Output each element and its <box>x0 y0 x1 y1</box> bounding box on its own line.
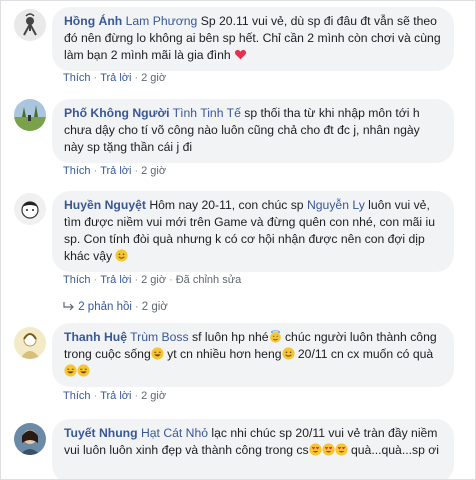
grinning-face-icon <box>151 347 164 360</box>
comment-time[interactable]: 2 giờ <box>141 165 166 177</box>
laughing-face-icon <box>77 364 90 377</box>
comment-time[interactable]: 2 giờ <box>141 390 166 402</box>
like-button[interactable]: Thích <box>63 72 91 84</box>
comment-bubble: Hồng Ánh Lam Phương Sp 20.11 vui vẻ, dù … <box>52 7 454 71</box>
comment-text: Hôm nay 20-11, con chúc sp <box>145 198 307 212</box>
comment-time[interactable]: 2 giờ <box>141 274 166 286</box>
comment-author[interactable]: Tuyết Nhung <box>64 426 138 440</box>
reply-button[interactable]: Trả lời <box>100 274 131 286</box>
like-button[interactable]: Thích <box>63 390 91 402</box>
comment-actions: Thích · Trả lời · 2 giờ <box>63 390 167 402</box>
comment-bubble: Tuyết Nhung Hạt Cát Nhỏ lạc nhi chúc sp … <box>52 419 454 479</box>
comment-actions: Thích · Trả lời · 2 giờ <box>63 72 167 84</box>
replies-count[interactable]: 2 phản hồi <box>78 301 132 313</box>
tagged-user[interactable]: Trùm Boss <box>130 330 188 344</box>
avatar[interactable] <box>14 327 46 359</box>
smiling-face-icon <box>282 347 295 360</box>
comment-actions: Thích · Trả lời · 2 giờ <box>63 165 167 177</box>
reply-button[interactable]: Trả lời <box>100 390 131 402</box>
tagged-user[interactable]: Tình Tinh Tế <box>173 106 241 120</box>
avatar[interactable] <box>14 423 46 455</box>
comment-text: 20/11 cn cx muốn có quà <box>294 347 434 361</box>
red-heart-icon <box>234 48 247 61</box>
replies-time: 2 giờ <box>141 301 168 313</box>
heart-eyes-icon <box>322 443 335 456</box>
comments-panel: Hồng Ánh Lam Phương Sp 20.11 vui vẻ, dù … <box>0 0 476 480</box>
comment-author[interactable]: Phố Không Người <box>64 106 170 120</box>
reply-button[interactable]: Trả lời <box>100 72 131 84</box>
comment-actions: Thích · Trả lời · 2 giờ · Đã chỉnh sửa <box>63 274 242 286</box>
heart-eyes-icon <box>335 443 348 456</box>
comment-text: quà...quà...sp ơi <box>347 443 439 457</box>
comment-time[interactable]: 2 giờ <box>141 72 166 84</box>
heart-eyes-icon <box>309 443 322 456</box>
avatar[interactable] <box>14 193 46 225</box>
comment-text: sf luôn hp nhé <box>188 330 269 344</box>
reply-button[interactable]: Trả lời <box>100 165 131 177</box>
avatar[interactable] <box>14 9 46 41</box>
tagged-user[interactable]: Hạt Cát Nhỏ <box>141 426 208 440</box>
comment-bubble: Huyền Nguyệt Hôm nay 20-11, con chúc sp … <box>52 191 454 272</box>
view-replies-link[interactable]: 2 phản hồi · 2 giờ <box>63 301 168 313</box>
like-button[interactable]: Thích <box>63 274 91 286</box>
comment-bubble: Thanh Huệ Trùm Boss sf luôn hp nhé chúc … <box>52 323 454 387</box>
comment-author[interactable]: Thanh Huệ <box>64 330 127 344</box>
edited-label[interactable]: Đã chỉnh sửa <box>176 274 241 286</box>
comment-author[interactable]: Huyền Nguyệt <box>64 198 146 212</box>
reply-arrow-icon <box>63 302 74 311</box>
comment-text: yt cn nhiều hơn heng <box>163 347 282 361</box>
comment-bubble: Phố Không Người Tình Tinh Tế sp thối tha… <box>52 99 454 163</box>
avatar[interactable] <box>14 99 46 131</box>
angel-face-icon <box>269 330 282 343</box>
comment-author[interactable]: Hồng Ánh <box>64 14 122 28</box>
like-button[interactable]: Thích <box>63 165 91 177</box>
smiling-face-icon <box>115 249 128 262</box>
tagged-user[interactable]: Nguyễn Ly <box>307 198 365 212</box>
laughing-face-icon <box>64 364 77 377</box>
tagged-user[interactable]: Lam Phương <box>126 14 198 28</box>
